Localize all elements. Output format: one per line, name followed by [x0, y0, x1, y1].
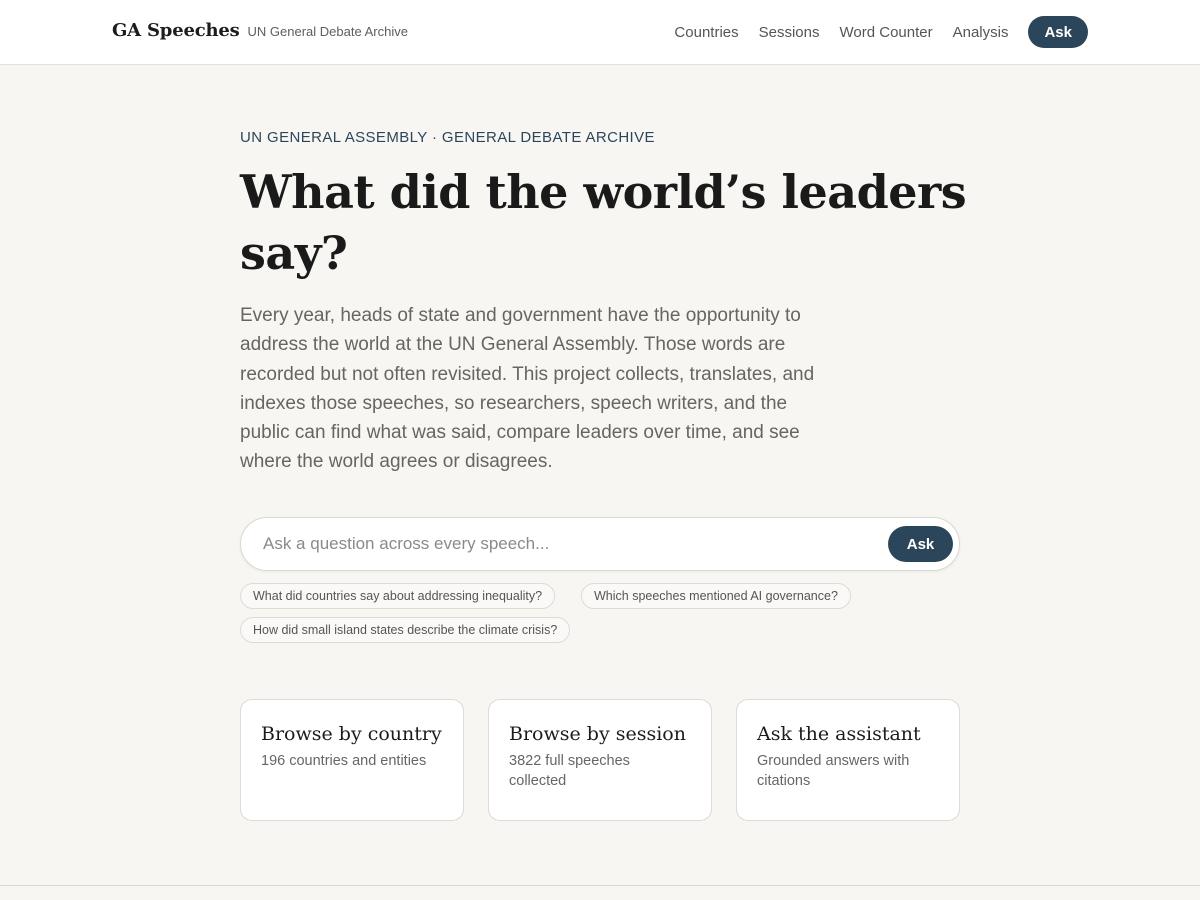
card-description: Grounded answers with citations: [757, 753, 910, 789]
footer-divider: [0, 885, 1200, 886]
hero-eyebrow: UN GENERAL ASSEMBLY · GENERAL DEBATE ARC…: [240, 129, 655, 146]
card-description: 196 countries and entities: [261, 753, 427, 769]
hero-title: What did the world’s leaders say?: [240, 165, 967, 280]
suggestion-chip-inequality[interactable]: What did countries say about addressing …: [240, 583, 556, 609]
main-nav: Countries Sessions Word Counter Analysis…: [674, 16, 1088, 48]
nav-link-analysis[interactable]: Analysis: [953, 24, 1009, 41]
nav-ask-button[interactable]: Ask: [1028, 16, 1088, 48]
search-ask-button[interactable]: Ask: [888, 526, 953, 562]
brand-name[interactable]: GA Speeches: [112, 20, 240, 41]
card-ask-the-assistant[interactable]: Ask the assistant Grounded answers with …: [736, 699, 960, 821]
brand[interactable]: GA Speeches UN General Debate Archive: [112, 20, 408, 41]
nav-link-countries[interactable]: Countries: [674, 24, 738, 41]
card-title: Browse by session: [509, 723, 686, 745]
top-navigation-bar: GA Speeches UN General Debate Archive Co…: [0, 0, 1200, 65]
hero-description: Every year, heads of state and governmen…: [240, 305, 815, 473]
card-title: Ask the assistant: [757, 723, 921, 745]
card-browse-by-session[interactable]: Browse by session 3822 full speeches col…: [488, 699, 712, 821]
card-browse-by-country[interactable]: Browse by country 196 countries and enti…: [240, 699, 464, 821]
card-description: 3822 full speeches collected: [509, 753, 630, 789]
nav-link-sessions[interactable]: Sessions: [759, 24, 820, 41]
nav-link-word-counter[interactable]: Word Counter: [840, 24, 933, 41]
search-box: Ask: [240, 517, 960, 571]
search-input[interactable]: [263, 518, 873, 570]
suggestion-chip-ai-governance[interactable]: Which speeches mentioned AI governance?: [581, 583, 851, 609]
brand-subtitle: UN General Debate Archive: [247, 24, 408, 39]
suggestion-chip-climate-crisis[interactable]: How did small island states describe the…: [240, 617, 571, 643]
card-title: Browse by country: [261, 723, 442, 745]
